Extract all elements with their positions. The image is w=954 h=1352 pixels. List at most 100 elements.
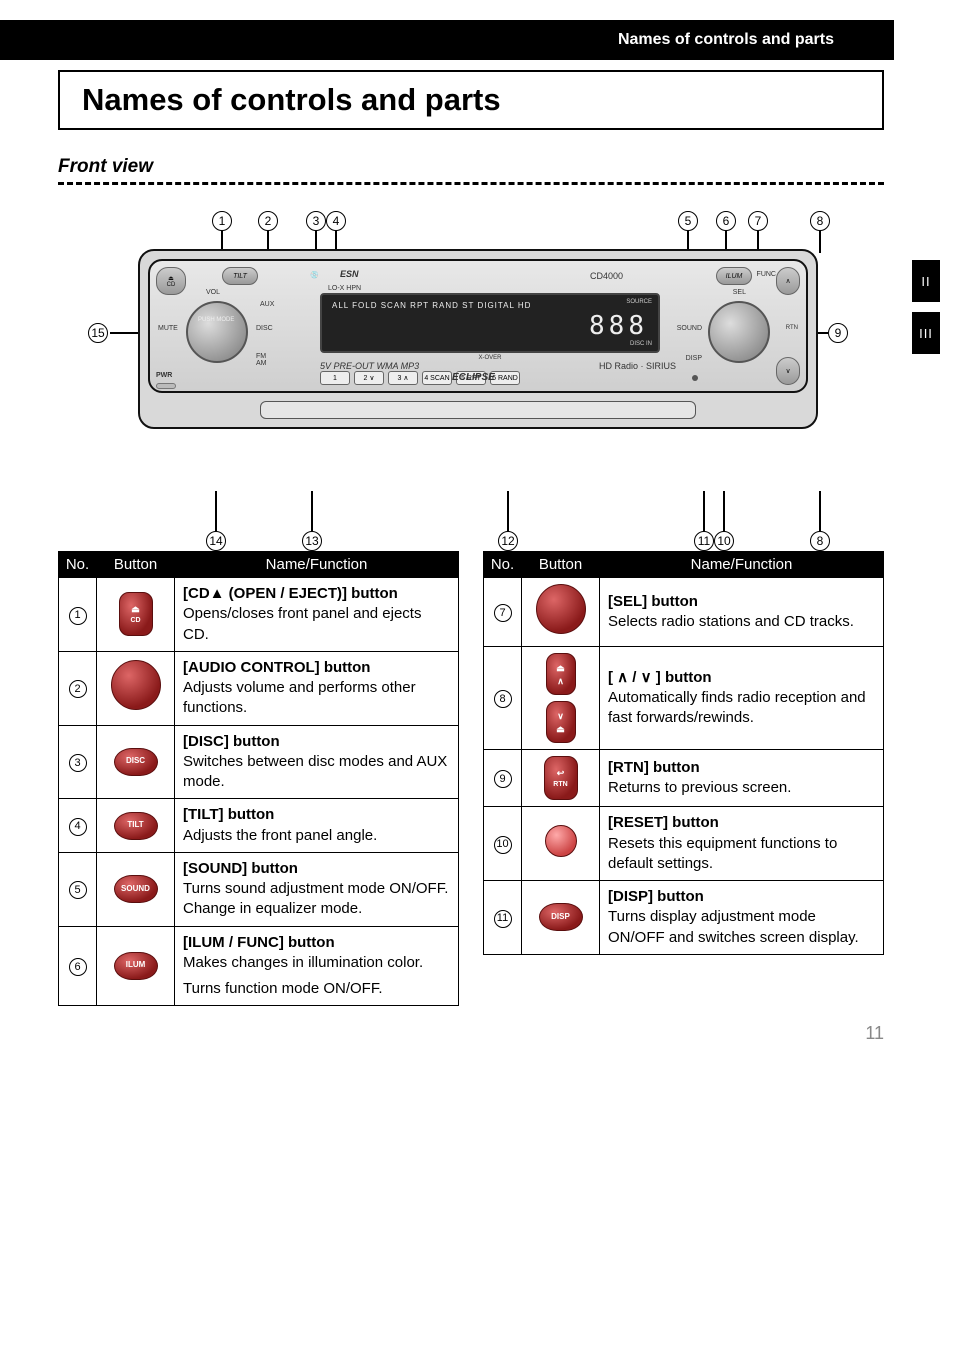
th-no: No. [484,552,522,578]
lcd: LO-X HPN ALL FOLD SCAN RPT RAND ST DIGIT… [320,293,660,353]
sel-knob-icon [536,584,586,634]
disp-button-icon: DISP [539,903,583,931]
callout-4: 4 [326,211,346,231]
row-number: 8 [494,690,512,708]
row-number: 7 [494,604,512,622]
callout-13: 13 [302,531,322,551]
page-title: Names of controls and parts [82,82,860,118]
callout-8: 8 [810,531,830,551]
row-function: [CD▲ (OPEN / EJECT)] buttonOpens/closes … [175,578,459,652]
down-button: ∨ [776,357,800,385]
lcd-digits: 888 [589,311,648,341]
row-function: [RTN] buttonReturns to previous screen. [600,750,884,807]
disc-in-label: DISC IN [630,341,652,347]
preset-button: 1 [320,371,350,385]
row-number: 2 [69,680,87,698]
row-number: 9 [494,770,512,788]
controls-table-right: No. Button Name/Function 7[SEL] buttonSe… [483,551,884,955]
row-function: [AUDIO CONTROL] buttonAdjusts volume and… [175,651,459,725]
sel-knob [708,301,770,363]
callout-number: 14 [206,531,226,551]
preset-button: 3 ∧ [388,371,418,385]
cd-eject-icon: ⏏CD [119,592,153,636]
controls-table-left: No. Button Name/Function 1⏏CD[CD▲ (OPEN … [58,551,459,1006]
push-mode-label: PUSH MODE [198,317,234,323]
row-function: [ ∧ / ∨ ] buttonAutomatically finds radi… [600,647,884,750]
disc-button-icon: DISC [114,748,158,776]
row-function: [TILT] buttonAdjusts the front panel ang… [175,799,459,853]
th-func: Name/Function [175,552,459,578]
row-function: [DISC] buttonSwitches between disc modes… [175,725,459,799]
aux-label: AUX [260,301,274,308]
callout-6: 6 [716,211,736,231]
row-number: 10 [494,836,512,854]
table-row: 9↩RTN[RTN] buttonReturns to previous scr… [484,750,884,807]
callout-number: 12 [498,531,518,551]
sound-label: SOUND [677,325,702,332]
row-function: [RESET] buttonResets this equipment func… [600,807,884,881]
vol-label: VOL [206,289,220,296]
callout-12: 12 [498,531,518,551]
reset-button-icon [545,825,577,857]
callout-number: 1 [212,211,232,231]
ilum-button: ILUM [716,267,752,285]
front-view-diagram: 12345678 15 9 VOL PUSH MODE DISC MUTE AU… [58,211,884,531]
callout-number: 7 [748,211,768,231]
table-row: 8 ⏏∧ ∨⏏ [ ∧ / ∨ ] buttonAutomatically finds… [484,647,884,750]
row-number: 1 [69,607,87,625]
row-function: [SOUND] buttonTurns sound adjustment mod… [175,852,459,926]
side-tab-2: II [912,260,940,302]
preset-button: 2 ∨ [354,371,384,385]
callout-15: 15 [88,323,108,343]
row-function: [DISP] buttonTurns display adjustment mo… [600,881,884,955]
disc-label: DISC [256,325,273,332]
callout-14: 14 [206,531,226,551]
callout-number: 11 [694,531,714,551]
radio-badges: HD Radio · SIRIUS [599,361,676,371]
esn-badge: ESN [340,269,359,279]
audio-knob [186,301,248,363]
callout-1: 1 [212,211,232,231]
xover-label: X-OVER [478,355,501,361]
sound-button-icon: SOUND [114,875,158,903]
table-row: 6ILUM[ILUM / FUNC] buttonMakes changes i… [59,926,459,1006]
side-tabs: II III [912,260,940,354]
callout-number: 2 [258,211,278,231]
left-callout: 15 [88,323,108,343]
down-icon: ∨⏏ [546,701,576,743]
reset-hole [692,375,698,381]
lcd-indicators: ALL FOLD SCAN RPT RAND ST DIGITAL HD [332,301,531,310]
preset-button: 4 SCAN [422,371,452,385]
pwr-label: PWR [156,372,172,379]
th-func: Name/Function [600,552,884,578]
row-number: 6 [69,958,87,976]
preout-badge: 5V PRE-OUT WMA MP3 [320,361,419,371]
table-row: 4TILT[TILT] buttonAdjusts the front pane… [59,799,459,853]
callout-11: 11 [694,531,714,551]
title-box: Names of controls and parts [58,70,884,130]
ilum-button-icon: ILUM [114,952,158,980]
row-function: [SEL] buttonSelects radio stations and C… [600,578,884,647]
audio-knob-icon [111,660,161,710]
tilt-button: TILT [222,267,258,285]
header-bar-text: Names of controls and parts [618,31,834,49]
callout-8: 8 [810,211,830,231]
eclipse-badge: ECLIPSE [452,372,495,383]
callout-7: 7 [748,211,768,231]
cd-slot [260,401,696,419]
callout-10: 10 [714,531,734,551]
callout-5: 5 [678,211,698,231]
up-icon: ⏏∧ [546,653,576,695]
row-number: 3 [69,754,87,772]
table-row: 2 [AUDIO CONTROL] buttonAdjusts volume an… [59,651,459,725]
device-face: VOL PUSH MODE DISC MUTE AUX FM AM ⏏ CD T… [148,259,808,393]
model-label: CD4000 [590,271,623,281]
controls-tables: No. Button Name/Function 1⏏CD[CD▲ (OPEN … [58,551,884,1006]
up-button: ∧ [776,267,800,295]
callout-number: 8 [810,531,830,551]
source-label: SOURCE [626,299,652,305]
dashed-rule [58,182,884,185]
table-row: 7 [SEL] buttonSelects radio stations and … [484,578,884,647]
tilt-button-icon: TILT [114,812,158,840]
row-number: 5 [69,881,87,899]
